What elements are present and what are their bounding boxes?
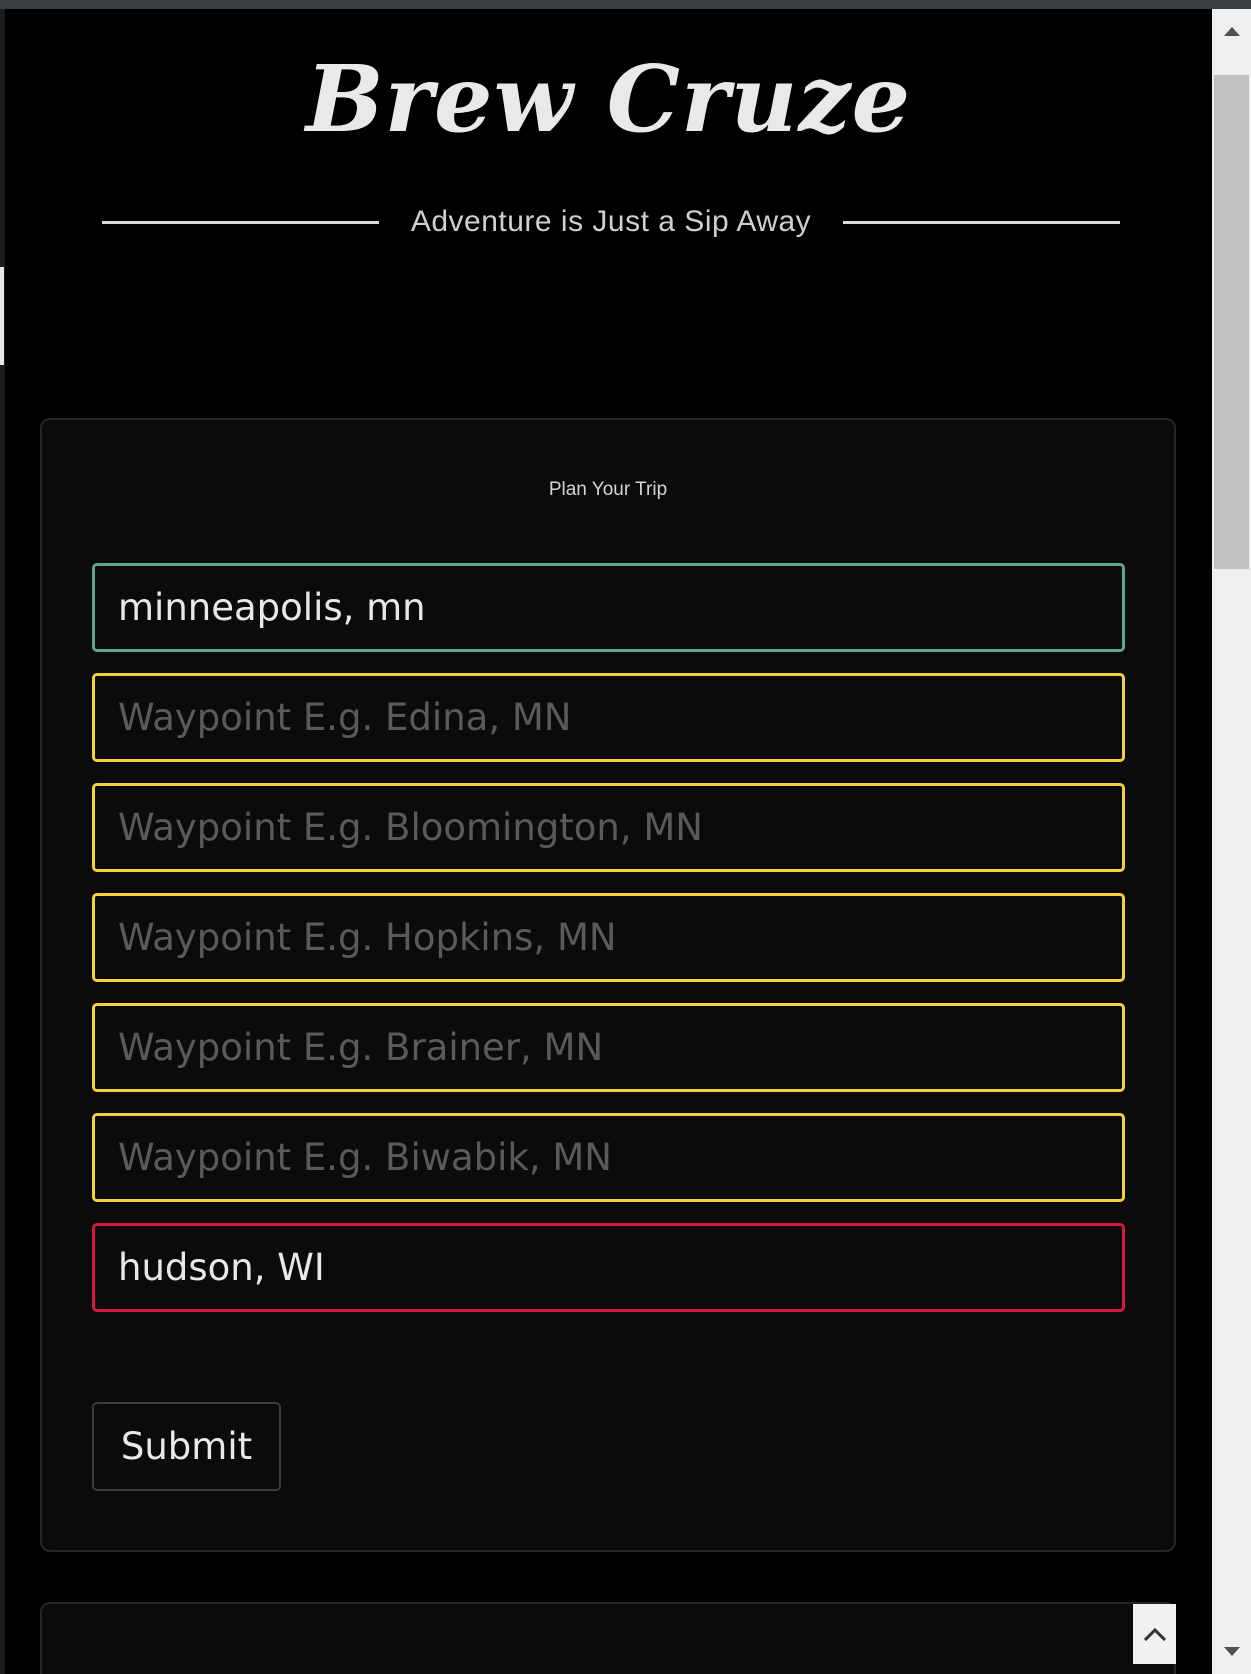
left-edge-marker (0, 267, 4, 365)
waypoint-input-5[interactable] (92, 1113, 1125, 1202)
waypoint-input-4[interactable] (92, 1003, 1125, 1092)
start-location-input[interactable] (92, 563, 1125, 652)
brand-logo: Brew Cruze (305, 45, 912, 153)
scroll-down-arrow-icon (1223, 1647, 1240, 1656)
chevron-up-icon (1143, 1627, 1166, 1641)
vertical-scrollbar[interactable] (1212, 9, 1251, 1674)
end-location-input[interactable] (92, 1223, 1125, 1312)
tagline: Adventure is Just a Sip Away (410, 205, 812, 238)
tagline-divider-left (102, 220, 379, 224)
waypoint-input-1[interactable] (92, 673, 1125, 762)
results-card (40, 1602, 1176, 1674)
trip-planner-card: Plan Your Trip Submit (40, 418, 1176, 1552)
waypoint-input-3[interactable] (92, 893, 1125, 982)
tagline-divider-right (843, 220, 1121, 224)
waypoint-input-2[interactable] (92, 783, 1125, 872)
scroll-down-button[interactable] (1212, 1630, 1251, 1674)
tagline-row: Adventure is Just a Sip Away (102, 197, 1121, 247)
card-title: Plan Your Trip (548, 479, 668, 500)
submit-button[interactable]: Submit (92, 1402, 281, 1491)
scroll-thumb[interactable] (1214, 75, 1249, 569)
scroll-up-button[interactable] (1212, 9, 1251, 53)
scroll-up-arrow-icon (1223, 27, 1240, 36)
window-top-bar (0, 0, 1251, 9)
back-to-top-button[interactable] (1133, 1604, 1176, 1664)
page-viewport: Brew Cruze Adventure is Just a Sip Away … (5, 9, 1212, 1674)
